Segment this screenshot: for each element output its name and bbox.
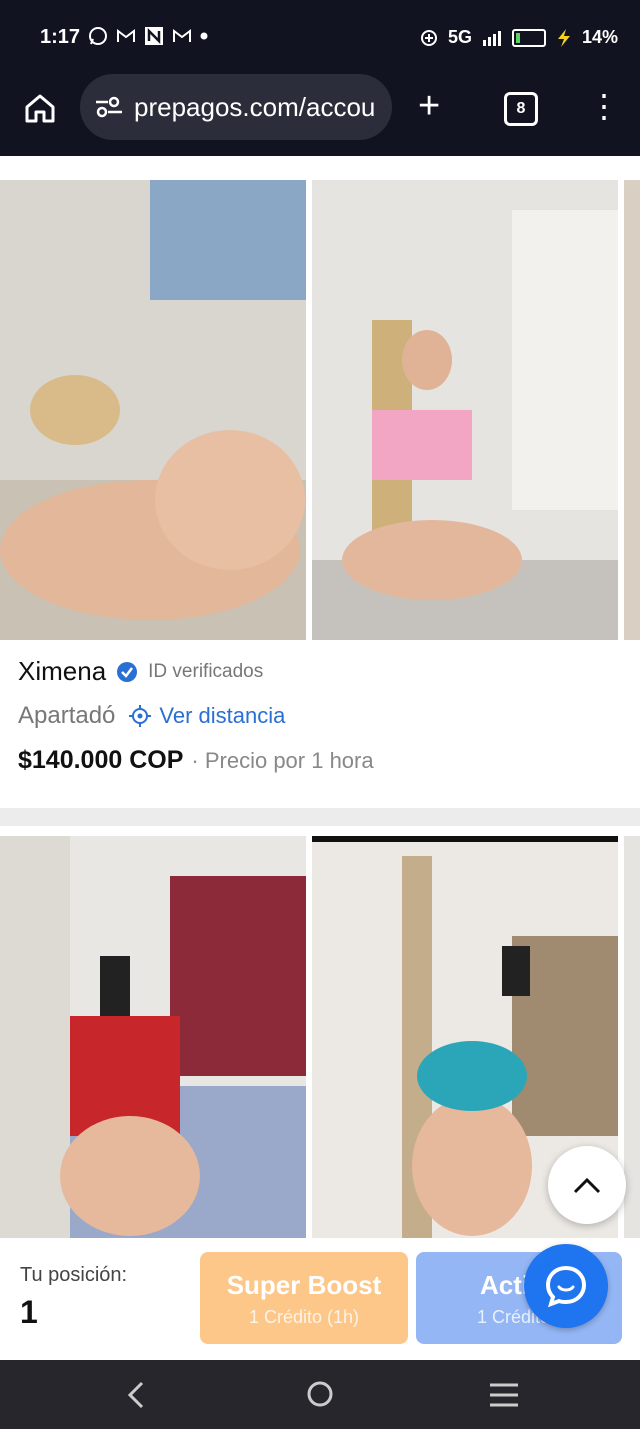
listing-card[interactable]: Ximena ID verificados Apartadó Ver dista… xyxy=(0,156,640,808)
news-icon xyxy=(145,27,163,45)
price-note: · Precio por 1 hora xyxy=(191,747,374,773)
target-icon xyxy=(129,705,152,727)
back-icon[interactable] xyxy=(124,1380,148,1410)
system-nav-bar xyxy=(0,1360,640,1429)
gmail-icon xyxy=(117,29,135,42)
location-row: Apartadó Ver distancia xyxy=(18,702,285,730)
home-icon[interactable] xyxy=(22,90,58,126)
listing-photo[interactable] xyxy=(0,180,306,640)
address-bar[interactable]: prepagos.com/accou xyxy=(80,74,392,140)
verified-badge-icon xyxy=(117,661,138,682)
whatsapp-icon xyxy=(89,27,107,45)
listing-name[interactable]: Ximena xyxy=(18,656,106,687)
charging-icon xyxy=(557,28,570,47)
position-value: 1 xyxy=(20,1294,38,1330)
tab-switcher-button[interactable]: 8 xyxy=(504,92,538,126)
super-boost-button[interactable]: Super Boost 1 Crédito (1h) xyxy=(200,1252,408,1344)
signal-icon xyxy=(482,30,501,46)
status-bar: 1:17 5G 14% xyxy=(0,0,640,72)
chevron-up-icon xyxy=(573,1177,601,1194)
listing-feed[interactable]: Ximena ID verificados Apartadó Ver dista… xyxy=(0,156,640,1359)
data-saver-icon xyxy=(420,29,437,46)
listing-photo[interactable] xyxy=(624,836,640,1256)
dot-icon xyxy=(200,32,208,40)
distance-link-label[interactable]: Ver distancia xyxy=(159,703,285,729)
photo-placeholder xyxy=(0,836,306,1256)
listing-photo[interactable] xyxy=(312,180,618,640)
browser-toolbar: prepagos.com/accou + 8 ⋮ xyxy=(0,72,640,156)
photo-placeholder xyxy=(624,180,640,640)
new-tab-icon[interactable]: + xyxy=(418,86,440,126)
listing-photo[interactable] xyxy=(624,180,640,640)
position-label: Tu posición: xyxy=(20,1264,128,1286)
listing-photo[interactable] xyxy=(0,836,306,1256)
photo-placeholder xyxy=(312,180,618,640)
home-circle-icon[interactable] xyxy=(306,1380,334,1408)
chat-button[interactable] xyxy=(524,1244,608,1328)
network-type: 5G xyxy=(447,27,472,47)
photo-placeholder xyxy=(0,180,306,640)
recents-menu-icon[interactable] xyxy=(488,1382,520,1408)
super-boost-subtitle: 1 Crédito (1h) xyxy=(248,1307,360,1327)
scroll-to-top-button[interactable] xyxy=(548,1146,626,1224)
notification-icons xyxy=(88,26,208,46)
battery-percent: 14% xyxy=(581,27,618,47)
status-time: 1:17 xyxy=(40,26,81,48)
chat-bubble-icon xyxy=(545,1265,587,1308)
status-right: 5G 14% xyxy=(420,27,618,48)
name-row: Ximena ID verificados xyxy=(18,656,263,687)
battery-icon xyxy=(511,28,546,47)
verified-label: ID verificados xyxy=(148,660,264,682)
url-text[interactable]: prepagos.com/accou xyxy=(134,92,375,123)
listing-price: $140.000 COP xyxy=(18,746,184,774)
listing-city: Apartadó xyxy=(18,702,116,729)
photo-placeholder xyxy=(624,836,640,1256)
price-row: $140.000 COP · Precio por 1 hora xyxy=(18,746,374,775)
site-settings-icon[interactable] xyxy=(94,95,124,119)
distance-link[interactable]: Ver distancia xyxy=(129,703,285,729)
super-boost-title: Super Boost xyxy=(226,1270,382,1300)
more-menu-icon[interactable]: ⋮ xyxy=(588,90,620,122)
gmail-icon xyxy=(173,29,191,42)
